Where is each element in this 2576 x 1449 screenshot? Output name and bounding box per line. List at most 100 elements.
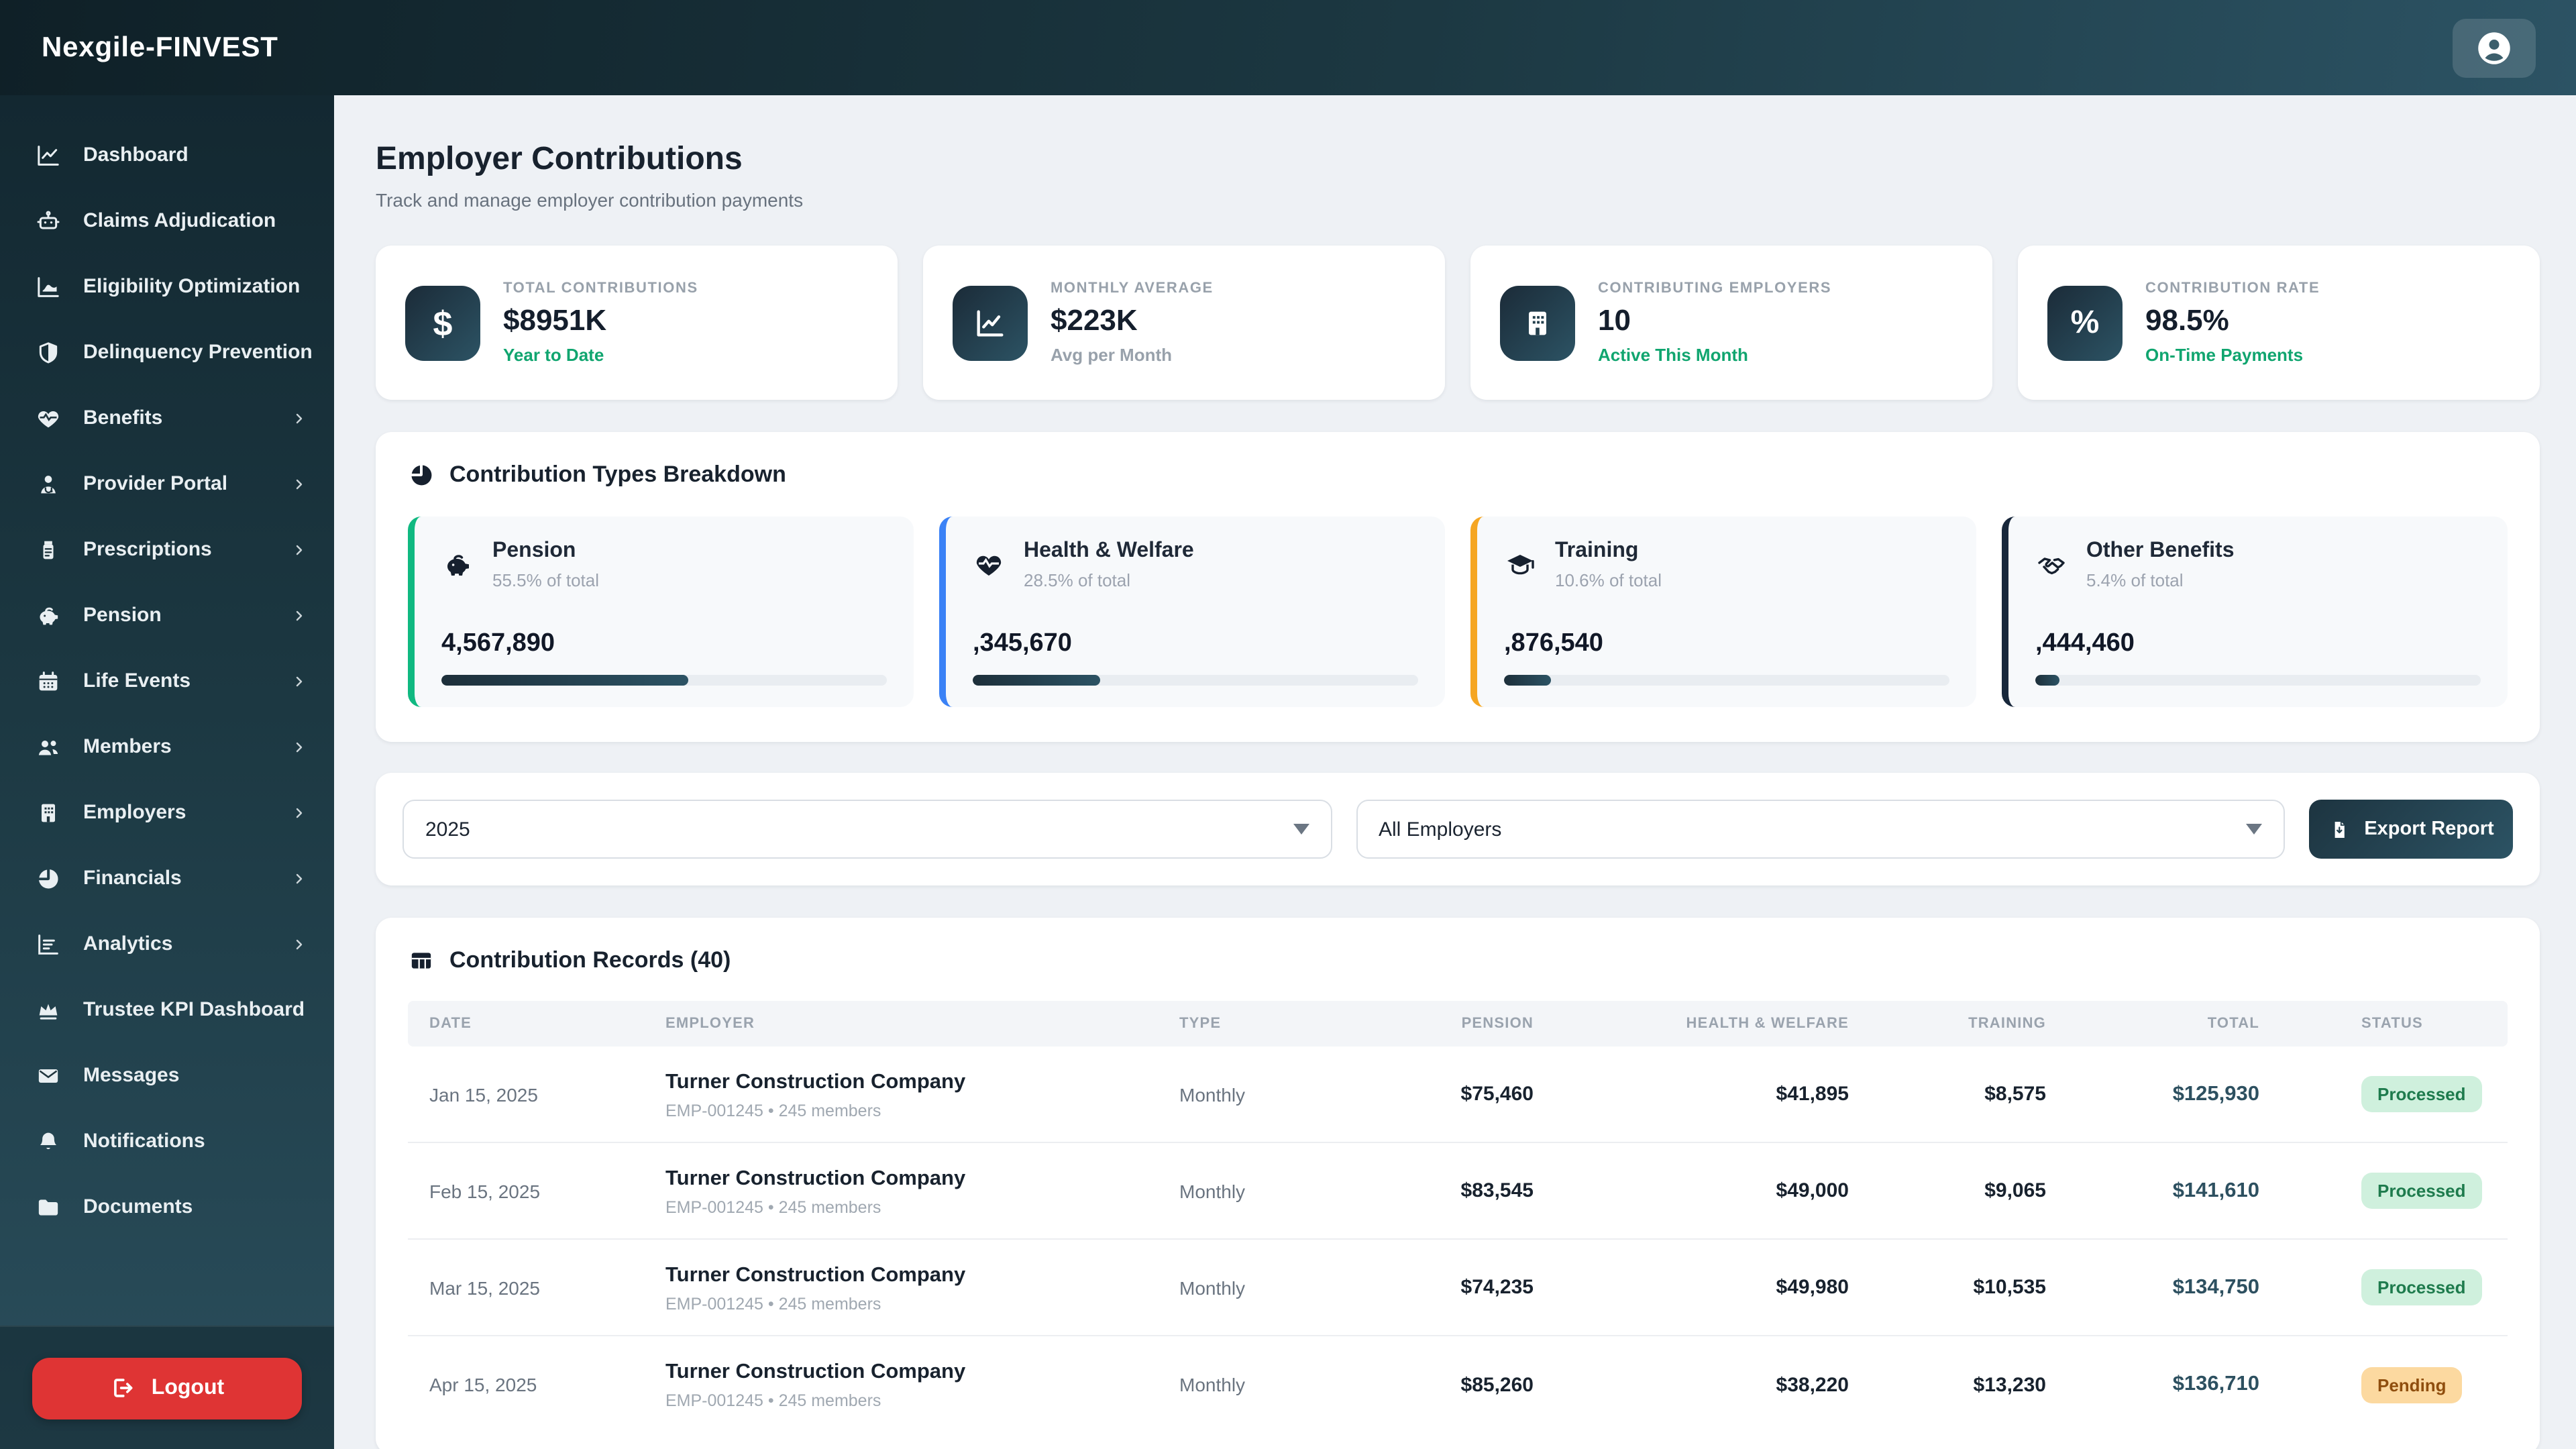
stat-label: TOTAL CONTRIBUTIONS [503, 280, 698, 297]
chart-line-icon [35, 142, 62, 168]
sidebar-item-members[interactable]: Members [0, 714, 334, 780]
sidebar-item-label: Benefits [83, 407, 163, 429]
status-badge: Processed [2361, 1269, 2482, 1305]
sidebar-item-analytics[interactable]: Analytics [0, 911, 334, 977]
column-header-status: Status [2361, 1016, 2423, 1032]
sidebar-item-label: Financials [83, 867, 182, 890]
table-row[interactable]: Apr 15, 2025 Turner Construction Company… [408, 1336, 2508, 1433]
table-row[interactable]: Mar 15, 2025 Turner Construction Company… [408, 1240, 2508, 1336]
year-select-value: 2025 [425, 818, 470, 841]
stat-card-total-contributions: $ TOTAL CONTRIBUTIONS $8951K Year to Dat… [376, 246, 898, 400]
stat-value: 10 [1598, 303, 1631, 337]
envelope-icon [35, 1062, 62, 1089]
person-circle-icon [2474, 28, 2514, 68]
page-title: Employer Contributions [376, 141, 743, 177]
stat-sub: On-Time Payments [2145, 345, 2304, 365]
sidebar-item-label: Documents [83, 1195, 193, 1218]
building-icon [1500, 285, 1575, 360]
stat-cards-row: $ TOTAL CONTRIBUTIONS $8951K Year to Dat… [376, 246, 2540, 400]
sidebar-item-prescriptions[interactable]: Prescriptions [0, 517, 334, 582]
logout-label: Logout [151, 1376, 225, 1399]
status-badge: Processed [2361, 1173, 2482, 1209]
column-header-pension: Pension [1461, 1016, 1534, 1032]
stat-label: MONTHLY AVERAGE [1051, 280, 1214, 297]
sidebar-item-documents[interactable]: Documents [0, 1174, 334, 1240]
pie-chart-icon [408, 462, 435, 488]
sidebar-item-notifications[interactable]: Notifications [0, 1108, 334, 1174]
record-training: $8,575 [1984, 1083, 2046, 1106]
record-type: Monthly [1179, 1180, 1246, 1201]
stat-sub: Active This Month [1598, 345, 1748, 365]
sidebar-nav: Dashboard Claims Adjudication Eligibilit… [0, 95, 334, 1240]
export-report-button[interactable]: Export Report [2309, 800, 2513, 859]
breakdown-grid: Pension 55.5% of total 4,567,890 Health … [408, 517, 2508, 707]
hands-icon [2035, 549, 2068, 581]
users-icon [35, 733, 62, 760]
record-type: Monthly [1179, 1277, 1246, 1298]
sidebar-item-label: Life Events [83, 669, 191, 692]
chevron-down-icon [1293, 824, 1309, 835]
breakdown-value: 4,567,890 [441, 629, 555, 657]
pill-bottle-icon [35, 536, 62, 563]
area-chart-icon [35, 273, 62, 300]
record-employer-name: Turner Construction Company [665, 1070, 966, 1093]
chevron-right-icon [291, 607, 307, 623]
sidebar-item-label: Analytics [83, 932, 173, 955]
folder-icon [35, 1193, 62, 1220]
sidebar-item-life-events[interactable]: Life Events [0, 648, 334, 714]
chevron-right-icon [291, 739, 307, 755]
breakdown-card-health-welfare: Health & Welfare 28.5% of total ,345,670 [939, 517, 1445, 707]
record-training: $9,065 [1984, 1179, 2046, 1202]
sidebar-item-claims-adjudication[interactable]: Claims Adjudication [0, 188, 334, 254]
filters-bar: 2025 All Employers Export Report [376, 773, 2540, 885]
sidebar-item-eligibility-optimization[interactable]: Eligibility Optimization [0, 254, 334, 319]
logout-button[interactable]: Logout [32, 1357, 302, 1419]
breakdown-card-pension: Pension 55.5% of total 4,567,890 [408, 517, 914, 707]
sidebar-item-employers[interactable]: Employers [0, 780, 334, 845]
record-employer-name: Turner Construction Company [665, 1167, 966, 1189]
record-pension: $74,235 [1460, 1276, 1534, 1299]
sidebar-item-dashboard[interactable]: Dashboard [0, 122, 334, 188]
sidebar-item-label: Delinquency Prevention [83, 341, 313, 364]
record-total: $134,750 [2172, 1275, 2259, 1298]
sidebar-item-provider-portal[interactable]: Provider Portal [0, 451, 334, 517]
sidebar-item-messages[interactable]: Messages [0, 1042, 334, 1108]
sidebar-item-pension[interactable]: Pension [0, 582, 334, 648]
sidebar-item-financials[interactable]: Financials [0, 845, 334, 911]
app-root: Nexgile-FINVEST Dashboard Claims Adjudic… [0, 0, 2576, 1449]
employer-select[interactable]: All Employers [1356, 800, 2285, 859]
user-avatar-button[interactable] [2453, 18, 2536, 77]
chevron-right-icon [291, 870, 307, 886]
breakdown-card-training: Training 10.6% of total ,876,540 [1470, 517, 1976, 707]
breakdown-value: ,444,460 [2035, 629, 2135, 657]
chevron-right-icon [291, 804, 307, 820]
year-select[interactable]: 2025 [402, 800, 1332, 859]
breakdown-card-other-benefits: Other Benefits 5.4% of total ,444,460 [2002, 517, 2508, 707]
sidebar-footer: Logout [0, 1326, 334, 1449]
graduation-cap-icon [1504, 549, 1536, 581]
column-header-total: Total [2207, 1016, 2259, 1032]
table-row[interactable]: Feb 15, 2025 Turner Construction Company… [408, 1143, 2508, 1240]
sidebar-item-label: Employers [83, 801, 186, 824]
building-icon [35, 799, 62, 826]
table-row[interactable]: Jan 15, 2025 Turner Construction Company… [408, 1046, 2508, 1143]
crown-icon [35, 996, 62, 1023]
stat-sub: Avg per Month [1051, 345, 1173, 365]
sidebar-item-trustee-kpi-dashboard[interactable]: Trustee KPI Dashboard [0, 977, 334, 1042]
doctor-icon [35, 470, 62, 497]
stat-card-monthly-average: MONTHLY AVERAGE $223K Avg per Month [923, 246, 1445, 400]
heart-pulse-icon [35, 405, 62, 431]
stat-sub: Year to Date [503, 345, 604, 365]
record-pension: $83,545 [1460, 1179, 1534, 1202]
sidebar-item-delinquency-prevention[interactable]: Delinquency Prevention [0, 319, 334, 385]
sidebar-item-benefits[interactable]: Benefits [0, 385, 334, 451]
breakdown-pct: 28.5% of total [1024, 570, 1130, 590]
pie-chart-icon [35, 865, 62, 892]
stat-value: $223K [1051, 303, 1138, 337]
chevron-right-icon [291, 936, 307, 952]
record-employer-name: Turner Construction Company [665, 1263, 966, 1286]
stat-value: 98.5% [2145, 303, 2229, 337]
breakdown-pct: 5.4% of total [2086, 570, 2184, 590]
record-employer-name: Turner Construction Company [665, 1360, 966, 1383]
record-employer-sub: EMP-001245 • 245 members [665, 1391, 881, 1410]
